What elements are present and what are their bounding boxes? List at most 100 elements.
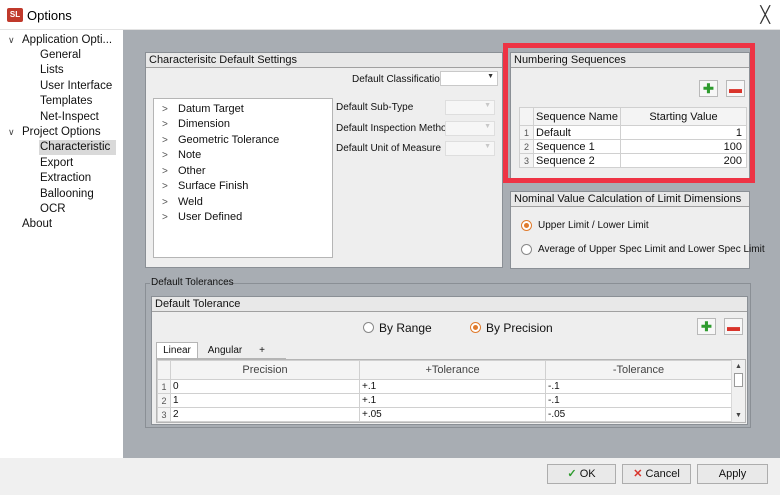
default-tolerance-panel: Default Tolerance By Range By Precision …: [151, 296, 748, 425]
tree-item-label: Note: [178, 149, 202, 161]
tree-item-label: Surface Finish: [178, 180, 249, 192]
tree-item-label: Weld: [178, 196, 203, 208]
tree-item-label: Datum Target: [178, 103, 244, 115]
chevron-right-icon: >: [162, 166, 168, 177]
table-row[interactable]: 2 1 +.1 -.1: [157, 393, 732, 408]
add-tab-button[interactable]: +: [254, 343, 270, 359]
options-nav-tree: ∨ Application Opti... General Lists User…: [0, 30, 123, 458]
panel-title: Default Tolerance: [152, 297, 747, 312]
default-subtype-select[interactable]: ▼: [445, 100, 495, 115]
default-unit-select[interactable]: ▼: [445, 141, 495, 156]
default-inspection-method-label: Default Inspection Method: [336, 123, 453, 134]
apply-button[interactable]: Apply: [697, 464, 768, 484]
plus-tolerance-cell[interactable]: +.1: [359, 393, 546, 408]
precision-cell[interactable]: 1: [170, 393, 360, 408]
table-row[interactable]: 3 2 +.05 -.05: [157, 407, 732, 422]
tree-item-label: Geometric Tolerance: [178, 134, 280, 146]
window-title: Options: [27, 8, 72, 23]
button-label: OK: [579, 468, 596, 480]
dropdown-arrow-icon: ▼: [484, 143, 491, 150]
minus-tolerance-cell[interactable]: -.1: [545, 379, 732, 394]
nav-item-net-inspect[interactable]: Net-Inspect: [40, 110, 99, 125]
radio-by-range[interactable]: [363, 322, 374, 333]
column-header: +Tolerance: [359, 360, 546, 380]
column-header: Precision: [170, 360, 360, 380]
tree-item-note[interactable]: > Note: [162, 149, 201, 161]
tolerance-table: Precision +Tolerance -Tolerance 1 0 +.1 …: [157, 360, 732, 422]
check-icon: ✓: [567, 468, 577, 480]
chevron-right-icon: >: [162, 212, 168, 223]
radio-label: Average of Upper Spec Limit and Lower Sp…: [538, 244, 765, 255]
cancel-button[interactable]: ✕ Cancel: [622, 464, 691, 484]
remove-tolerance-button[interactable]: ▬: [724, 318, 743, 335]
close-icon[interactable]: ╳: [760, 5, 770, 25]
title-bar: SL Options ╳: [0, 0, 780, 30]
minus-tolerance-cell[interactable]: -.1: [545, 393, 732, 408]
scroll-down-icon[interactable]: ▼: [735, 412, 742, 419]
nav-item-templates[interactable]: Templates: [40, 94, 92, 109]
radio-average-spec-limit[interactable]: [521, 244, 532, 255]
button-label: Cancel: [645, 468, 680, 480]
nav-item-ballooning[interactable]: Ballooning: [40, 187, 94, 202]
radio-upper-lower-limit[interactable]: [521, 220, 532, 231]
precision-cell[interactable]: 0: [170, 379, 360, 394]
vertical-scrollbar[interactable]: ▲ ▼: [731, 360, 745, 422]
default-classification-label: Default Classification: [352, 74, 446, 85]
group-rule: [146, 283, 150, 284]
default-unit-label: Default Unit of Measure: [336, 143, 442, 154]
nav-item-characteristic[interactable]: Characteristic: [39, 140, 116, 155]
radio-label: By Precision: [486, 321, 553, 335]
chevron-right-icon: >: [162, 135, 168, 146]
tab-angular[interactable]: Angular: [202, 343, 248, 359]
scroll-up-icon[interactable]: ▲: [735, 363, 742, 370]
minus-tolerance-cell[interactable]: -.05: [545, 407, 732, 422]
panel-title: Characterisitc Default Settings: [146, 53, 502, 68]
chevron-right-icon: >: [162, 150, 168, 161]
table-row[interactable]: 1 0 +.1 -.1: [157, 379, 732, 394]
plus-tolerance-cell[interactable]: +.05: [359, 407, 546, 422]
scroll-thumb[interactable]: [734, 373, 743, 387]
characteristic-defaults-panel: Characterisitc Default Settings Default …: [145, 52, 503, 268]
tree-item-surface-finish[interactable]: > Surface Finish: [162, 180, 248, 192]
nav-item-about[interactable]: About: [22, 217, 52, 232]
characteristic-type-tree: > Datum Target > Dimension > Geometric Tole…: [153, 98, 333, 258]
default-subtype-label: Default Sub-Type: [336, 102, 414, 113]
plus-tolerance-cell[interactable]: +.1: [359, 379, 546, 394]
nav-item-project-options[interactable]: Project Options: [22, 125, 101, 140]
tree-item-user-defined[interactable]: > User Defined: [162, 211, 242, 223]
tree-item-weld[interactable]: > Weld: [162, 196, 203, 208]
default-inspection-method-select[interactable]: ▼: [445, 121, 495, 136]
default-tolerances-group: Default Tolerances Default Tolerance By …: [145, 277, 751, 428]
nav-item-application-options[interactable]: Application Opti...: [22, 33, 112, 48]
radio-by-precision[interactable]: [470, 322, 481, 333]
row-number: 1: [157, 379, 171, 394]
dropdown-arrow-icon: ▼: [487, 73, 494, 80]
nav-item-lists[interactable]: Lists: [40, 63, 64, 78]
tolerance-table-wrap: Precision +Tolerance -Tolerance 1 0 +.1 …: [156, 359, 746, 423]
tree-item-label: Other: [178, 165, 206, 177]
tab-linear[interactable]: Linear: [156, 342, 198, 358]
default-classification-select[interactable]: ▼: [440, 71, 498, 86]
row-number: 2: [157, 393, 171, 408]
tree-item-geometric-tolerance[interactable]: > Geometric Tolerance: [162, 134, 279, 146]
group-rule: [224, 283, 750, 284]
nav-item-ocr[interactable]: OCR: [40, 202, 66, 217]
chevron-down-icon[interactable]: ∨: [8, 35, 15, 46]
nominal-value-panel: Nominal Value Calculation of Limit Dimen…: [510, 191, 765, 269]
tree-item-datum-target[interactable]: > Datum Target: [162, 103, 244, 115]
chevron-down-icon[interactable]: ∨: [8, 127, 15, 138]
precision-cell[interactable]: 2: [170, 407, 360, 422]
chevron-right-icon: >: [162, 104, 168, 115]
nav-item-export[interactable]: Export: [40, 156, 73, 171]
ok-button[interactable]: ✓ OK: [547, 464, 616, 484]
nav-item-general[interactable]: General: [40, 48, 81, 63]
nav-item-user-interface[interactable]: User Interface: [40, 79, 112, 94]
nav-item-extraction[interactable]: Extraction: [40, 171, 91, 186]
tree-item-other[interactable]: > Other: [162, 165, 206, 177]
dialog-footer: ✓ OK ✕ Cancel Apply: [0, 458, 780, 495]
chevron-right-icon: >: [162, 119, 168, 130]
row-header-corner: [157, 360, 171, 380]
chevron-right-icon: >: [162, 181, 168, 192]
tree-item-dimension[interactable]: > Dimension: [162, 118, 230, 130]
add-tolerance-button[interactable]: ✚: [697, 318, 716, 335]
